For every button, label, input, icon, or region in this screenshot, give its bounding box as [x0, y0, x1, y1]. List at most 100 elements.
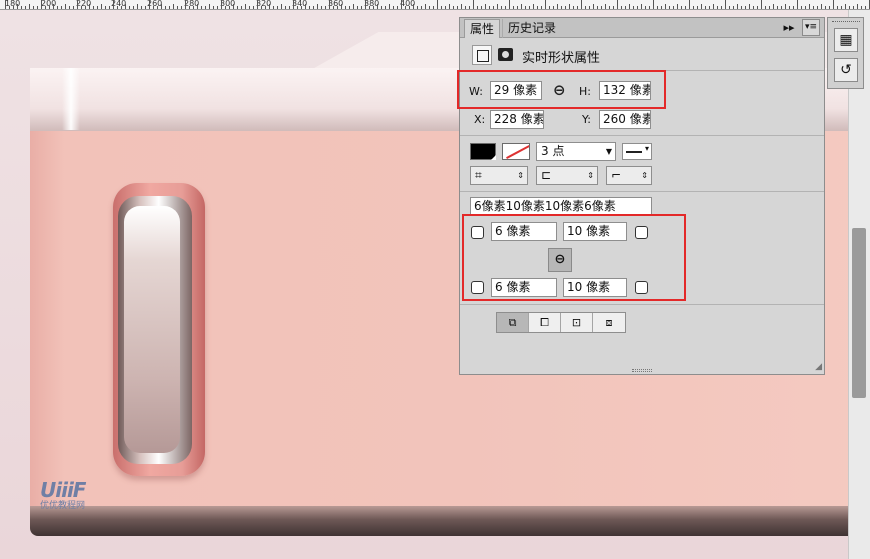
ruler-tick [17, 4, 18, 9]
ruler-tick [593, 4, 594, 9]
watermark-logo: UiiiF 优优教程网 [40, 478, 86, 512]
combine-shapes-icon[interactable]: ⧉ [497, 313, 529, 332]
mask-icon[interactable] [496, 45, 516, 65]
ruler-tick [213, 6, 214, 9]
ruler-tick [689, 0, 690, 9]
ruler-tick [161, 4, 162, 9]
ruler-tick [825, 6, 826, 9]
ruler-tick [81, 6, 82, 9]
ruler-tick [821, 4, 822, 9]
watermark-mark: UiiiF [40, 478, 86, 502]
tab-properties[interactable]: 属性 [464, 19, 501, 38]
ruler-tick [445, 6, 446, 9]
ruler-tick [721, 6, 722, 9]
stroke-type-select[interactable] [622, 143, 652, 160]
ruler-tick [185, 0, 186, 9]
ruler-tick [173, 4, 174, 9]
ruler-tick [465, 6, 466, 9]
exclude-overlap-icon[interactable]: ⧈ [593, 313, 625, 332]
ruler-tick [333, 6, 334, 9]
divider [460, 304, 824, 305]
ruler-tick [177, 6, 178, 9]
ruler-tick [557, 4, 558, 9]
ruler-tick [621, 6, 622, 9]
fill-color-swatch[interactable] [470, 143, 496, 160]
tab-history[interactable]: 历史记录 [502, 19, 561, 38]
ruler-tick [473, 0, 474, 9]
ruler-tick [469, 6, 470, 9]
stroke-caps-select[interactable]: ⊏ ⇕ [536, 166, 598, 185]
ruler-tick [361, 6, 362, 9]
ruler-tick [117, 6, 118, 9]
ruler-tick [617, 0, 618, 9]
ruler-tick [329, 0, 330, 9]
ruler-tick [233, 4, 234, 9]
stroke-color-swatch[interactable] [502, 143, 530, 160]
ruler-tick [265, 6, 266, 9]
ruler-tick [777, 6, 778, 9]
stroke-corners-select[interactable]: ⌐ ⇕ [606, 166, 652, 185]
y-label: Y: [582, 113, 591, 126]
ruler-tick [401, 0, 402, 9]
ruler-tick [641, 4, 642, 9]
ruler-tick [733, 6, 734, 9]
ruler-tick [841, 6, 842, 9]
y-position-field[interactable]: 260 像素 [599, 110, 651, 129]
ruler-tick [509, 0, 510, 9]
scrollbar-thumb[interactable] [852, 228, 866, 398]
ruler-tick [853, 6, 854, 9]
ruler-tick [549, 6, 550, 9]
ruler-tick [237, 6, 238, 9]
vertical-scrollbar[interactable] [848, 10, 870, 559]
ruler-tick [309, 6, 310, 9]
ruler-tick [453, 6, 454, 9]
ruler-tick [21, 6, 22, 9]
ruler-tick [5, 0, 6, 9]
ruler-tick [245, 4, 246, 9]
ruler-tick [201, 6, 202, 9]
history-dock-icon[interactable]: ↺ [834, 58, 858, 82]
ruler-tick [373, 6, 374, 9]
resize-grip-icon[interactable]: ◢ [815, 362, 822, 372]
ruler-tick [229, 6, 230, 9]
ruler-tick [789, 6, 790, 9]
ruler-tick [413, 4, 414, 9]
stroke-align-icon: ⌗ [475, 168, 482, 182]
ruler-tick [785, 4, 786, 9]
dock-grip[interactable] [832, 21, 860, 24]
panel-menu-button[interactable]: ▾≡ [802, 19, 820, 36]
ruler-tick [649, 6, 650, 9]
x-label: X: [474, 113, 486, 126]
ruler-tick [741, 6, 742, 9]
x-position-field[interactable]: 228 像素 [490, 110, 544, 129]
ruler-tick [713, 4, 714, 9]
ruler-tick [833, 0, 834, 9]
collapse-panel-button[interactable]: ▸▸ [782, 19, 796, 36]
ruler-tick [417, 6, 418, 9]
ruler-tick [429, 6, 430, 9]
ruler-tick [645, 6, 646, 9]
stroke-align-select[interactable]: ⌗ ⇕ [470, 166, 528, 185]
ruler-tick [405, 6, 406, 9]
ruler-tick [629, 4, 630, 9]
ruler-tick [625, 6, 626, 9]
shape-properties-icon[interactable] [472, 45, 492, 65]
ruler-tick [193, 6, 194, 9]
ruler-tick [93, 6, 94, 9]
subtract-shape-icon[interactable]: ⧠ [529, 313, 561, 332]
ruler-tick [141, 6, 142, 9]
ruler-tick [729, 6, 730, 9]
ruler-tick [269, 4, 270, 9]
ruler-tick [321, 6, 322, 9]
horizontal-ruler: 180 200 220 240 260 280 300 320 340 360 … [0, 0, 870, 10]
stroke-width-select[interactable]: 3 点 ▼ [536, 142, 616, 161]
properties-dock-icon[interactable]: ▦ [834, 28, 858, 52]
ruler-tick [365, 0, 366, 9]
intersect-shapes-icon[interactable]: ⊡ [561, 313, 593, 332]
panel-resize-bar[interactable] [632, 369, 652, 372]
ruler-tick [817, 6, 818, 9]
ruler-tick [653, 0, 654, 9]
ruler-tick [217, 6, 218, 9]
ruler-tick [257, 0, 258, 9]
panel-title-row: 实时形状属性 [460, 39, 824, 71]
